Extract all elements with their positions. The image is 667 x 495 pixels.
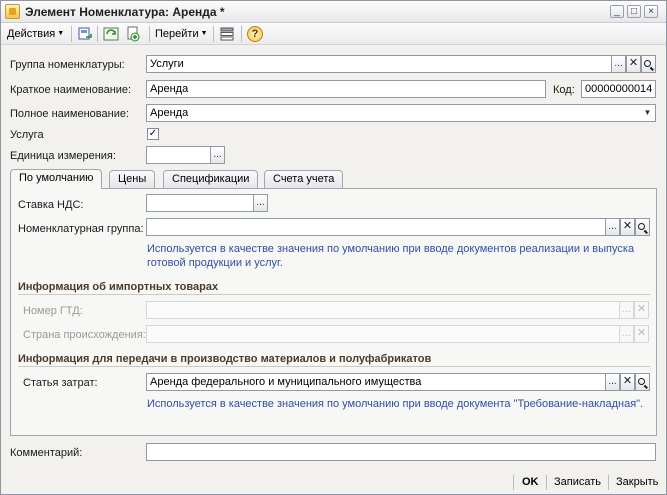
goto-menu-button[interactable]: Перейти ▼ — [155, 26, 208, 42]
tab-specifications[interactable]: Спецификации — [163, 170, 259, 188]
toolbar-divider — [71, 26, 72, 42]
group-label: Группа номенклатуры: — [10, 59, 125, 71]
close-button[interactable]: Закрыть — [616, 476, 658, 488]
country-label: Страна происхождения: — [23, 329, 146, 341]
chevron-down-icon: ▼ — [57, 30, 65, 38]
magnifier-icon — [644, 60, 651, 67]
item-group-label: Номенклатурная группа: — [18, 223, 144, 235]
cost-item-hint: Используется в качестве значения по умол… — [147, 398, 644, 410]
unit-label: Единица измерения: — [10, 150, 116, 162]
comment-label: Комментарий: — [10, 447, 83, 459]
clear-icon: ✕ — [628, 57, 639, 69]
clear-icon: ✕ — [622, 375, 633, 387]
toolbar: Действия ▼ Перейти ▼ ? — [1, 23, 666, 45]
list-structure-icon[interactable] — [219, 26, 235, 42]
full-name-label: Полное наименование: — [10, 108, 130, 120]
full-name-value: Аренда — [150, 107, 189, 119]
vat-select-button[interactable]: ... — [253, 194, 268, 212]
gtd-select-button: ... — [619, 301, 634, 319]
item-group-clear-button[interactable]: ✕ — [620, 218, 635, 236]
toolbar-divider — [213, 26, 214, 42]
item-edit-window: Элемент Номенклатура: Аренда * _ □ × Дей… — [0, 0, 667, 495]
item-group-select-button[interactable]: ... — [605, 218, 620, 236]
magnifier-icon — [638, 378, 645, 385]
group-clear-button[interactable]: ✕ — [626, 55, 641, 73]
tab-prices[interactable]: Цены — [109, 170, 156, 188]
section-divider — [18, 294, 650, 295]
gtd-label: Номер ГТД: — [23, 305, 83, 317]
section-divider — [18, 366, 650, 367]
maximize-button[interactable]: □ — [627, 5, 641, 18]
window-title: Элемент Номенклатура: Аренда * — [25, 5, 225, 19]
group-select-button[interactable]: ... — [611, 55, 626, 73]
toolbar-divider — [149, 26, 150, 42]
actions-menu-button[interactable]: Действия ▼ — [7, 26, 64, 42]
save-and-close-icon[interactable] — [77, 26, 93, 42]
save-button[interactable]: Записать — [554, 476, 601, 488]
chevron-down-icon: ▼ — [200, 30, 208, 38]
item-group-open-button[interactable] — [635, 218, 650, 236]
short-name-input[interactable]: Аренда — [146, 80, 546, 98]
unit-select-button[interactable]: ... — [210, 146, 225, 164]
copy-document-icon[interactable] — [125, 26, 141, 42]
magnifier-icon — [638, 223, 645, 230]
item-group-hint: Используется в качестве значения по умол… — [147, 243, 635, 269]
full-name-input[interactable]: Аренда ▼ — [146, 104, 656, 122]
clear-icon: ✕ — [636, 303, 647, 315]
minimize-button[interactable]: _ — [610, 5, 624, 18]
clear-icon: ✕ — [636, 327, 647, 339]
unit-input[interactable] — [146, 146, 211, 164]
cost-item-input[interactable]: Аренда федерального и муниципального иму… — [146, 373, 606, 391]
toolbar-divider — [241, 26, 242, 42]
code-input[interactable]: 00000000014 — [581, 80, 656, 98]
import-section-title: Информация об импортных товарах — [18, 281, 219, 293]
cost-item-select-button[interactable]: ... — [605, 373, 620, 391]
tab-accounts[interactable]: Счета учета — [264, 170, 344, 188]
footer-divider — [513, 475, 514, 490]
comment-input[interactable] — [146, 443, 656, 461]
code-label: Код: — [553, 84, 575, 96]
cost-item-open-button[interactable] — [635, 373, 650, 391]
group-input[interactable]: Услуги — [146, 55, 612, 73]
gtd-input — [146, 301, 620, 319]
vat-input[interactable] — [146, 194, 254, 212]
service-label: Услуга — [10, 129, 44, 141]
refresh-icon[interactable] — [103, 26, 119, 42]
toolbar-divider — [97, 26, 98, 42]
chevron-down-icon[interactable]: ▼ — [640, 105, 655, 121]
short-name-label: Краткое наименование: — [10, 84, 132, 96]
ok-button[interactable]: OK — [522, 476, 539, 488]
cost-item-label: Статья затрат: — [23, 377, 98, 389]
service-checkbox[interactable]: ✓ — [147, 128, 159, 140]
title-bar: Элемент Номенклатура: Аренда * _ □ × — [1, 1, 666, 23]
close-window-button[interactable]: × — [644, 5, 658, 18]
catalog-item-icon — [5, 4, 20, 19]
vat-label: Ставка НДС: — [18, 199, 84, 211]
group-open-button[interactable] — [641, 55, 656, 73]
gtd-clear-button: ✕ — [634, 301, 649, 319]
help-icon[interactable]: ? — [247, 26, 263, 42]
clear-icon: ✕ — [622, 220, 633, 232]
footer-divider — [546, 475, 547, 490]
country-select-button: ... — [619, 325, 634, 343]
actions-menu-label: Действия — [7, 28, 56, 40]
country-clear-button: ✕ — [634, 325, 649, 343]
country-input — [146, 325, 620, 343]
tab-defaults[interactable]: По умолчанию — [10, 169, 103, 189]
item-group-input[interactable] — [146, 218, 606, 236]
footer-divider — [608, 475, 609, 490]
cost-item-clear-button[interactable]: ✕ — [620, 373, 635, 391]
production-section-title: Информация для передачи в производство м… — [18, 353, 432, 365]
goto-menu-label: Перейти — [155, 28, 199, 40]
